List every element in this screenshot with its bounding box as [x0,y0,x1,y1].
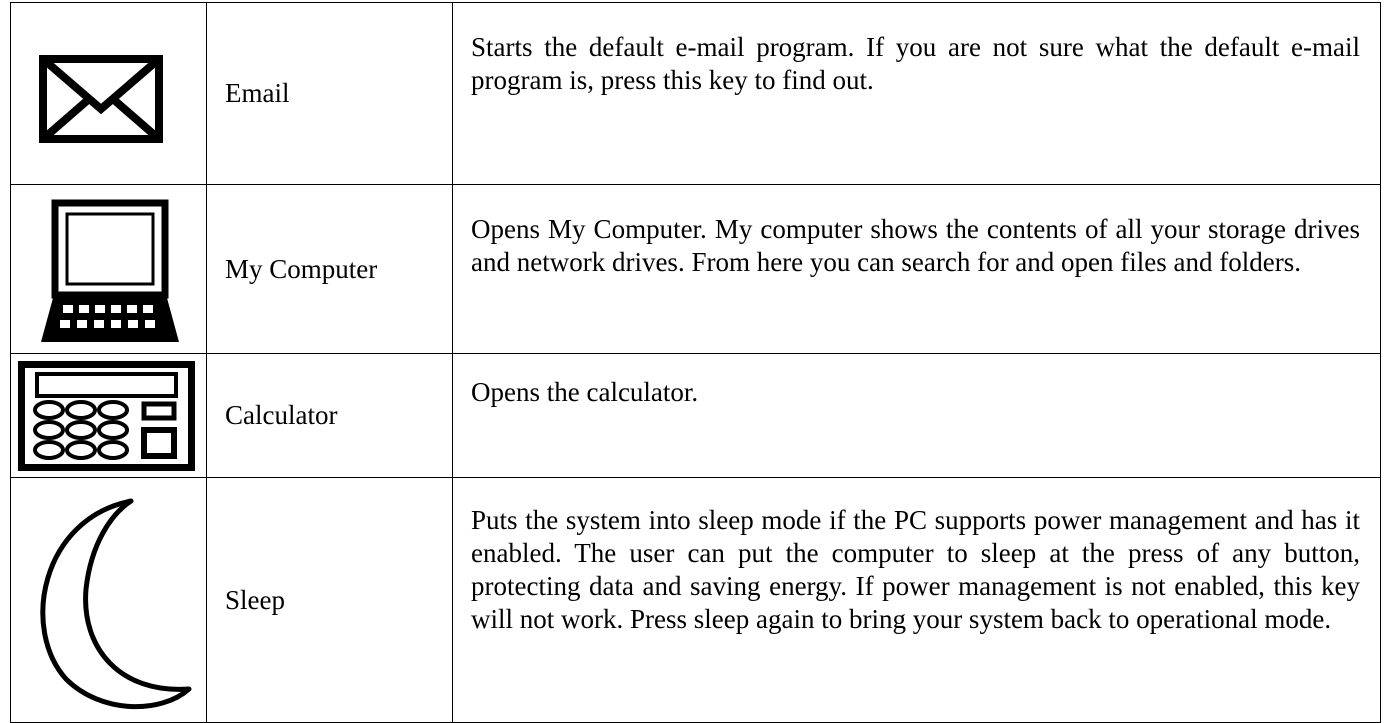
icon-cell [10,477,207,723]
table-row-sleep: Sleep Puts the system into sleep mode if… [10,477,1381,723]
table-row-calculator: Calculator Opens the calculator. [10,353,1381,478]
key-description: Opens My Computer. My computer shows the… [452,184,1381,354]
calculator-icon [18,360,195,471]
icon-cell [10,2,207,185]
table-row-my-computer: My Computer Opens My Computer. My comput… [10,184,1381,354]
crescent-moon-icon [40,498,192,709]
icon-cell [10,184,207,354]
icon-cell [10,353,207,478]
key-name: My Computer [206,184,453,354]
laptop-icon [41,199,179,342]
key-description: Puts the system into sleep mode if the P… [452,477,1381,723]
key-name: Email [206,2,453,185]
table-row-email: Email Starts the default e-mail program.… [10,2,1381,185]
key-name: Calculator [206,353,453,478]
hotkey-table: Email Starts the default e-mail program.… [10,2,1381,723]
key-description: Starts the default e-mail program. If yo… [452,2,1381,185]
key-description: Opens the calculator. [452,353,1381,478]
envelope-icon [39,54,163,143]
key-name: Sleep [206,477,453,723]
